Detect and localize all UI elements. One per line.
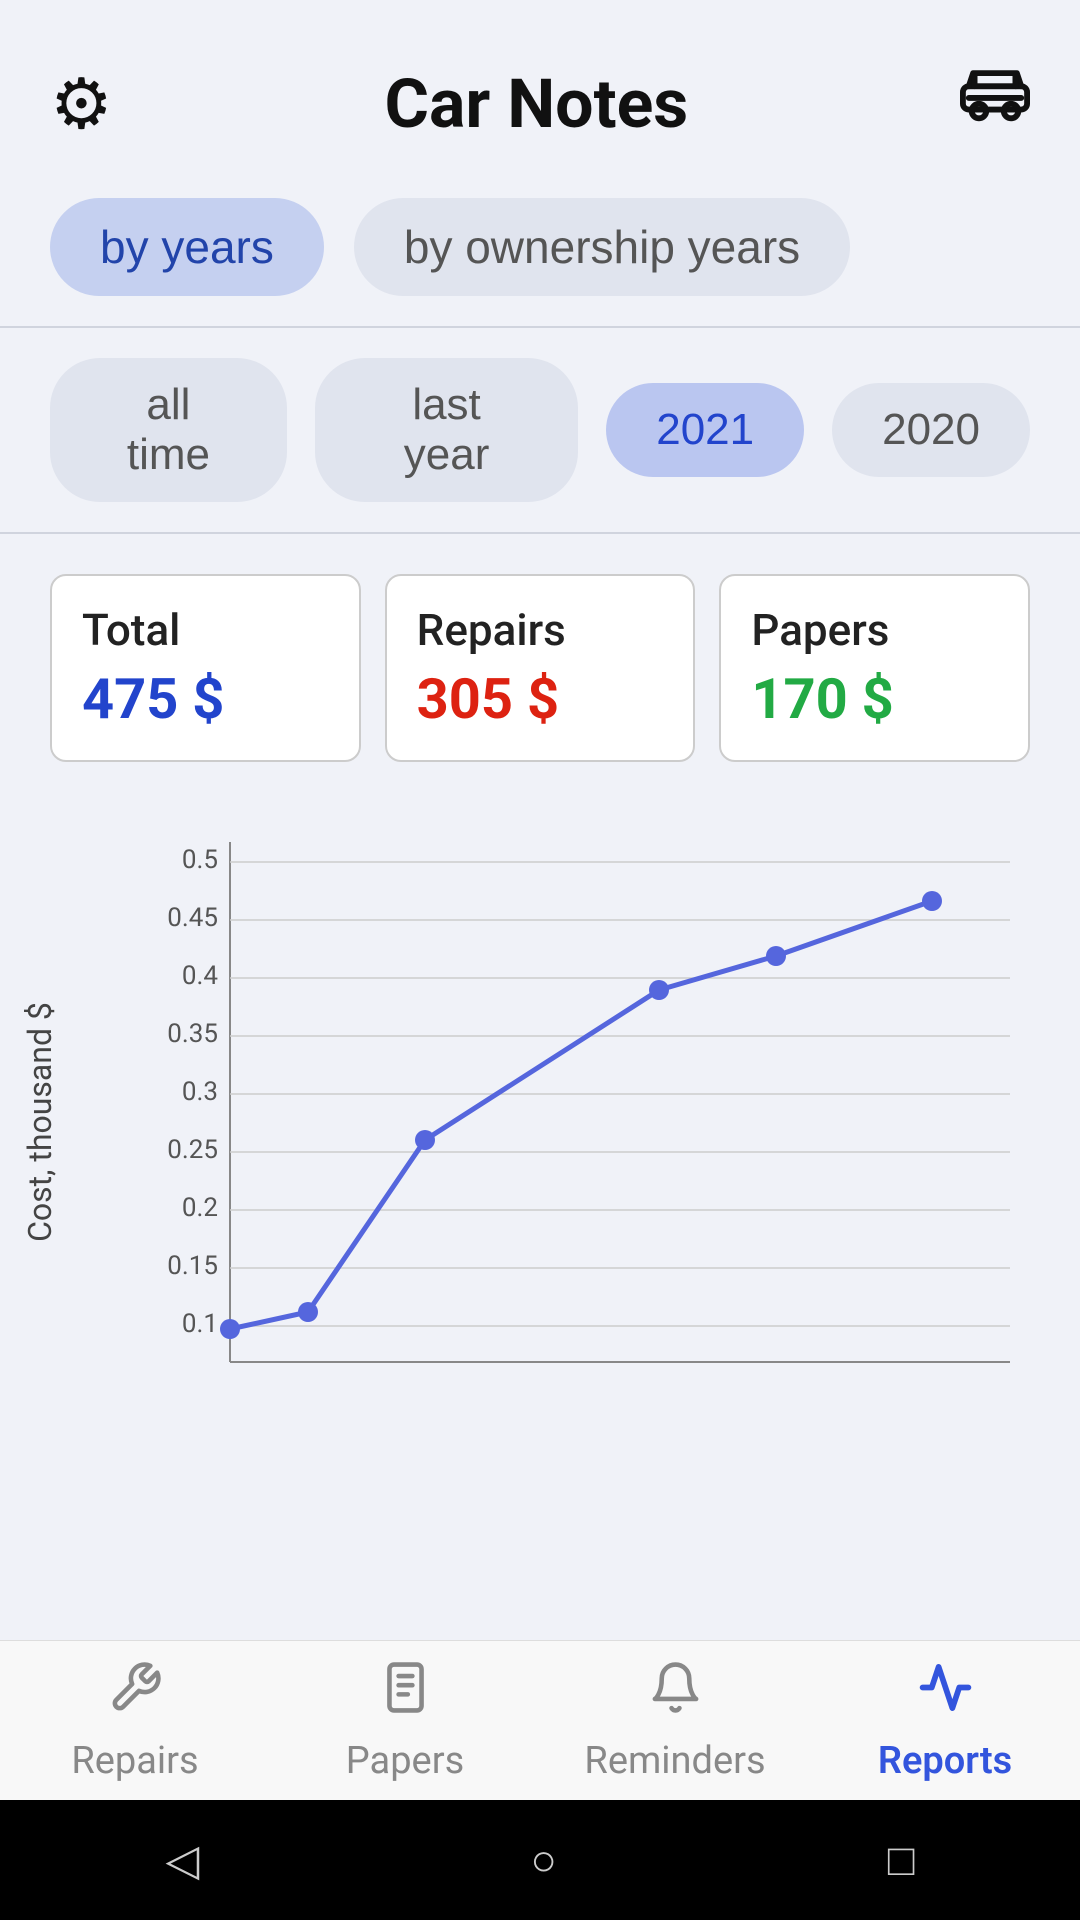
android-home[interactable]: ○: [530, 1834, 557, 1886]
filter-row-1: by years by ownership years: [0, 178, 1080, 316]
divider-2: [0, 532, 1080, 534]
papers-icon: [378, 1658, 433, 1731]
bottom-nav: Repairs Papers Reminders Reports: [0, 1640, 1080, 1800]
car-icon[interactable]: [960, 60, 1030, 148]
filter-last-year[interactable]: last year: [315, 358, 578, 502]
card-total: Total 475 $: [50, 574, 361, 762]
card-repairs: Repairs 305 $: [385, 574, 696, 762]
gear-icon[interactable]: ⚙: [50, 63, 113, 146]
svg-text:0.1: 0.1: [182, 1309, 218, 1339]
chart-container: Cost, thousand $ 0.5 0.45 0.4 0.35 0.3: [50, 812, 1030, 1432]
card-papers-label: Papers: [751, 604, 998, 656]
filter-by-years[interactable]: by years: [50, 198, 324, 296]
repairs-icon: [108, 1658, 163, 1731]
chart-point: [298, 1302, 318, 1322]
card-total-label: Total: [82, 604, 329, 656]
nav-reminders-label: Reminders: [584, 1739, 765, 1783]
divider-1: [0, 326, 1080, 328]
nav-papers[interactable]: Papers: [270, 1658, 540, 1783]
svg-text:0.45: 0.45: [167, 903, 218, 933]
svg-text:0.4: 0.4: [182, 961, 218, 991]
chart-line: [230, 901, 932, 1329]
nav-reminders[interactable]: Reminders: [540, 1658, 810, 1783]
nav-reports-label: Reports: [878, 1739, 1012, 1783]
card-papers-value: 170 $: [751, 666, 998, 732]
chart-inner: 0.5 0.45 0.4 0.35 0.3 0.25 0.2 0.15 0.1: [130, 812, 1030, 1432]
svg-text:0.3: 0.3: [182, 1077, 218, 1107]
chart-point: [415, 1130, 435, 1150]
nav-reports[interactable]: Reports: [810, 1658, 1080, 1783]
chart-point: [922, 891, 942, 911]
svg-text:0.15: 0.15: [167, 1251, 218, 1281]
filter-2020[interactable]: 2020: [832, 383, 1030, 477]
android-back[interactable]: ◁: [166, 1834, 200, 1886]
chart-point: [220, 1319, 240, 1339]
card-papers: Papers 170 $: [719, 574, 1030, 762]
svg-text:0.35: 0.35: [167, 1019, 218, 1049]
summary-cards: Total 475 $ Repairs 305 $ Papers 170 $: [0, 544, 1080, 792]
chart-point: [766, 946, 786, 966]
nav-papers-label: Papers: [346, 1739, 464, 1783]
chart-svg: 0.5 0.45 0.4 0.35 0.3 0.25 0.2 0.15 0.1: [130, 812, 1030, 1432]
filter-2021[interactable]: 2021: [606, 383, 804, 477]
card-total-value: 475 $: [82, 666, 329, 732]
nav-repairs[interactable]: Repairs: [0, 1658, 270, 1783]
filter-row-2: all time last year 2021 2020: [0, 338, 1080, 522]
filter-all-time[interactable]: all time: [50, 358, 287, 502]
svg-text:0.2: 0.2: [182, 1193, 218, 1223]
android-recent[interactable]: □: [888, 1834, 915, 1886]
svg-text:0.25: 0.25: [167, 1135, 218, 1165]
card-repairs-value: 305 $: [417, 666, 664, 732]
nav-repairs-label: Repairs: [71, 1739, 198, 1783]
app-title: Car Notes: [385, 64, 689, 144]
reports-icon: [918, 1658, 973, 1731]
card-repairs-label: Repairs: [417, 604, 664, 656]
filter-by-ownership-years[interactable]: by ownership years: [354, 198, 850, 296]
svg-text:0.5: 0.5: [182, 845, 218, 875]
chart-y-label: Cost, thousand $: [21, 1002, 59, 1242]
header: ⚙ Car Notes: [0, 0, 1080, 178]
reminders-icon: [648, 1658, 703, 1731]
chart-point: [649, 980, 669, 1000]
android-nav-bar: ◁ ○ □: [0, 1800, 1080, 1920]
